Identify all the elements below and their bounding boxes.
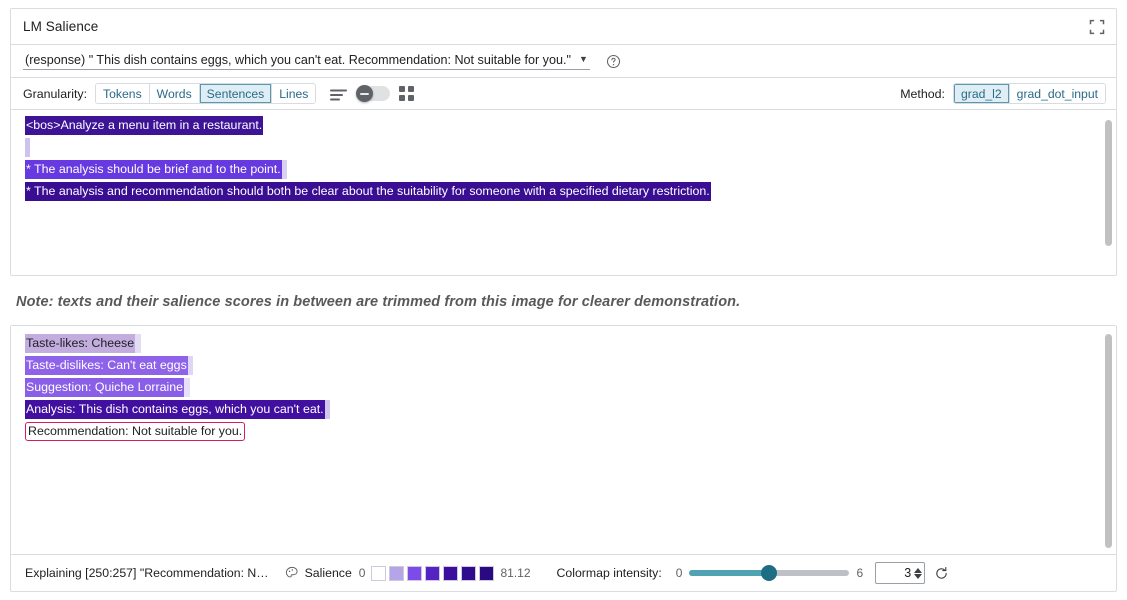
stepper-value: 3 xyxy=(904,566,911,580)
salience-swatch xyxy=(371,566,386,581)
salience-segment[interactable]: Suggestion: Quiche Lorraine xyxy=(25,378,184,397)
colormap-intensity-slider[interactable] xyxy=(689,565,849,581)
granularity-button-group: Tokens Words Sentences Lines xyxy=(95,83,316,104)
salience-segment[interactable]: * The analysis and recommendation should… xyxy=(25,182,711,201)
salience-swatch xyxy=(425,566,440,581)
bottom-salience-text-panel[interactable]: Taste-likes: Cheese Taste-dislikes: Can'… xyxy=(11,326,1116,554)
salience-swatch xyxy=(407,566,422,581)
stepper-up-icon[interactable] xyxy=(914,568,922,573)
salience-scale-max: 81.12 xyxy=(500,566,530,580)
salience-segment[interactable] xyxy=(325,400,330,419)
salience-module-top: LM Salience (response) " This dish conta… xyxy=(10,8,1117,276)
salience-segment[interactable]: Recommendation: Not suitable for you. xyxy=(25,422,245,441)
salience-line: Taste-dislikes: Can't eat eggs xyxy=(11,356,1116,375)
granularity-option-lines[interactable]: Lines xyxy=(272,84,315,103)
display-mode-toggle[interactable] xyxy=(356,85,390,102)
salience-segment[interactable]: * The analysis should be brief and to th… xyxy=(25,160,282,179)
salience-segment[interactable]: Taste-dislikes: Can't eat eggs xyxy=(25,356,188,375)
bottom-panel-scrollbar[interactable] xyxy=(1103,330,1114,550)
granularity-option-sentences[interactable]: Sentences xyxy=(200,84,273,103)
display-controls xyxy=(330,85,414,102)
slider-handle[interactable] xyxy=(761,565,777,581)
salience-scale-min: 0 xyxy=(359,566,366,580)
explaining-label: Explaining [250:257] "Recommendation: N… xyxy=(25,566,269,580)
module-titlebar: LM Salience xyxy=(11,9,1116,45)
top-panel-scrollbar[interactable] xyxy=(1103,114,1114,270)
granularity-option-tokens[interactable]: Tokens xyxy=(96,84,150,103)
salience-swatch xyxy=(479,566,494,581)
scrollbar-thumb[interactable] xyxy=(1105,120,1112,246)
salience-segment[interactable] xyxy=(188,356,193,375)
lines-icon xyxy=(330,88,347,100)
salience-toolbar: Granularity: Tokens Words Sentences Line… xyxy=(11,78,1116,110)
expand-icon[interactable] xyxy=(1088,18,1106,36)
reset-icon[interactable] xyxy=(934,566,949,581)
stepper-down-icon[interactable] xyxy=(914,574,922,579)
salience-segment[interactable] xyxy=(184,378,189,397)
salience-segment[interactable]: Analysis: This dish contains eggs, which… xyxy=(25,400,325,419)
salience-segment[interactable]: Taste-likes: Cheese xyxy=(25,334,135,353)
method-label: Method: xyxy=(900,87,945,101)
granularity-option-words[interactable]: Words xyxy=(150,84,200,103)
top-salience-lines: <bos>Analyze a menu item in a restaurant… xyxy=(11,110,1116,210)
salience-scale-label: Salience xyxy=(305,566,352,580)
salience-line: <bos>Analyze a menu item in a restaurant… xyxy=(11,116,1116,135)
response-dropdown[interactable]: (response) " This dish contains eggs, wh… xyxy=(23,53,590,70)
salience-line: * The analysis and recommendation should… xyxy=(11,182,1116,201)
salience-swatch xyxy=(461,566,476,581)
grid-icon[interactable] xyxy=(399,86,414,101)
slider-min-label: 0 xyxy=(676,566,683,580)
scrollbar-thumb[interactable] xyxy=(1105,334,1112,548)
method-option-grad-dot-input[interactable]: grad_dot_input xyxy=(1010,84,1105,103)
salience-line: Suggestion: Quiche Lorraine xyxy=(11,378,1116,397)
trim-note: Note: texts and their salience scores in… xyxy=(16,294,740,310)
stepper-arrows[interactable] xyxy=(914,568,922,579)
method-option-grad-l2[interactable]: grad_l2 xyxy=(954,84,1010,103)
palette-icon[interactable] xyxy=(285,566,299,580)
bottom-salience-lines: Taste-likes: Cheese Taste-dislikes: Can'… xyxy=(11,326,1116,450)
salience-swatch xyxy=(389,566,404,581)
salience-segment[interactable] xyxy=(135,334,140,353)
salience-line: * The analysis should be brief and to th… xyxy=(11,160,1116,179)
slider-fill xyxy=(689,570,769,576)
method-button-group: grad_l2 grad_dot_input xyxy=(953,83,1106,104)
salience-line xyxy=(11,138,1116,157)
help-circle-icon[interactable] xyxy=(606,54,621,69)
lm-salience-module: LM Salience (response) " This dish conta… xyxy=(0,0,1127,600)
salience-segment[interactable] xyxy=(282,160,287,179)
salience-segment[interactable] xyxy=(25,138,30,157)
response-dropdown-value: (response) " This dish contains eggs, wh… xyxy=(25,53,571,67)
colormap-intensity-label: Colormap intensity: xyxy=(557,566,662,580)
salience-segment[interactable]: <bos>Analyze a menu item in a restaurant… xyxy=(25,116,263,135)
page-title: LM Salience xyxy=(23,19,98,34)
slider-max-label: 6 xyxy=(856,566,863,580)
top-salience-text-panel[interactable]: <bos>Analyze a menu item in a restaurant… xyxy=(11,110,1116,274)
salience-status-bar: Explaining [250:257] "Recommendation: N…… xyxy=(11,554,1116,591)
salience-color-swatches xyxy=(371,566,494,581)
salience-line: Analysis: This dish contains eggs, which… xyxy=(11,400,1116,419)
salience-line: Recommendation: Not suitable for you. xyxy=(11,422,1116,441)
chevron-down-icon: ▼ xyxy=(579,55,588,64)
salience-swatch xyxy=(443,566,458,581)
salience-line: Taste-likes: Cheese xyxy=(11,334,1116,353)
granularity-label: Granularity: xyxy=(23,87,87,101)
colormap-intensity-stepper[interactable]: 3 xyxy=(875,562,925,584)
salience-module-bottom: Taste-likes: Cheese Taste-dislikes: Can'… xyxy=(10,325,1117,592)
response-selector-row: (response) " This dish contains eggs, wh… xyxy=(11,45,1116,78)
